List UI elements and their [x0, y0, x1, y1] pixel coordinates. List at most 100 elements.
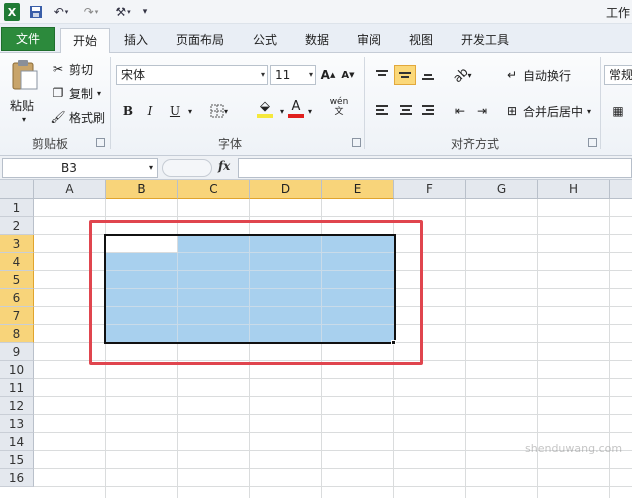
- gridline: [34, 432, 632, 433]
- number-format-select[interactable]: 常规: [604, 65, 632, 85]
- font-color-dropdown-icon[interactable]: ▾: [306, 101, 314, 121]
- spreadsheet-grid[interactable]: A B C D E F G H 1 2 3 4 5 6 7 8 9 10 11 …: [0, 180, 632, 498]
- align-middle-icon[interactable]: [394, 65, 416, 85]
- fill-color-icon[interactable]: ⬙: [250, 99, 280, 119]
- font-size-select[interactable]: 11 ▾: [270, 65, 316, 85]
- align-top-icon[interactable]: [372, 65, 392, 85]
- chevron-down-icon: ▾: [308, 70, 313, 79]
- paste-icon: [11, 59, 39, 94]
- align-center-icon[interactable]: [396, 101, 416, 121]
- tab-data[interactable]: 数据: [296, 28, 338, 53]
- tab-review[interactable]: 审阅: [348, 28, 390, 53]
- tab-file[interactable]: 文件: [1, 27, 55, 51]
- row-header[interactable]: 6: [0, 289, 34, 307]
- align-left-icon[interactable]: [372, 101, 392, 121]
- formula-bar-splitter[interactable]: [162, 159, 212, 177]
- row-header[interactable]: 16: [0, 469, 34, 487]
- row-header[interactable]: 14: [0, 433, 34, 451]
- formula-bar: B3 ▾ fx: [0, 156, 632, 180]
- chevron-down-icon: ▾: [223, 106, 228, 116]
- font-name-select[interactable]: 宋体 ▾: [116, 65, 268, 85]
- row-header[interactable]: 3: [0, 235, 34, 253]
- row-header[interactable]: 15: [0, 451, 34, 469]
- copy-button[interactable]: ❐ 复制 ▾: [50, 83, 101, 103]
- alignment-group-label: 对齐方式: [450, 137, 499, 151]
- customize-tools-icon[interactable]: ⚒ ▾: [112, 3, 134, 21]
- merge-center-button[interactable]: ⊞ 合并后居中 ▾: [504, 101, 591, 121]
- select-all-corner[interactable]: [0, 180, 34, 199]
- paste-button[interactable]: 粘贴 ▾: [8, 59, 42, 129]
- row-header[interactable]: 2: [0, 217, 34, 235]
- column-header[interactable]: D: [250, 180, 322, 199]
- wrap-text-icon: ↵: [506, 68, 518, 82]
- row-header[interactable]: 9: [0, 343, 34, 361]
- cut-button[interactable]: ✂ 剪切: [50, 59, 93, 79]
- fx-label: fx: [218, 159, 231, 173]
- decrease-font-icon[interactable]: A ▼: [340, 65, 356, 85]
- tab-developer[interactable]: 开发工具: [454, 28, 516, 53]
- paste-dropdown-icon: ▾: [22, 115, 27, 124]
- row-header[interactable]: 5: [0, 271, 34, 289]
- row-header[interactable]: 10: [0, 361, 34, 379]
- quick-access-menu-icon[interactable]: ▾: [140, 3, 150, 21]
- column-header[interactable]: A: [34, 180, 106, 199]
- tab-formulas[interactable]: 公式: [244, 28, 286, 53]
- name-box[interactable]: B3 ▾: [2, 158, 158, 178]
- font-color-icon[interactable]: A: [286, 99, 306, 119]
- column-header[interactable]: E: [322, 180, 394, 199]
- column-header[interactable]: C: [178, 180, 250, 199]
- copy-label: 复制: [69, 86, 94, 101]
- tab-page-layout[interactable]: 页面布局: [168, 28, 232, 53]
- decrease-indent-icon[interactable]: ⇤: [450, 101, 470, 121]
- bold-button[interactable]: B: [120, 101, 136, 121]
- ribbon: 粘贴 ▾ ✂ 剪切 ❐ 复制 ▾ 🖌 格式刷 剪贴板 宋体 ▾ 11 ▾ A ▲ A ▼ B I…: [0, 53, 632, 156]
- gridline: [34, 486, 632, 487]
- watermark: shenduwang.com: [525, 442, 623, 455]
- alignment-launcher-icon[interactable]: [588, 138, 597, 147]
- row-header[interactable]: 13: [0, 415, 34, 433]
- column-header[interactable]: [610, 180, 632, 199]
- row-header[interactable]: 12: [0, 397, 34, 415]
- row-header[interactable]: 8: [0, 325, 34, 343]
- annotation-highlight-box: [89, 220, 423, 365]
- row-header[interactable]: 7: [0, 307, 34, 325]
- name-box-value: B3: [61, 161, 77, 175]
- insert-function-icon[interactable]: fx: [218, 159, 230, 173]
- accounting-format-icon[interactable]: ▦: [608, 101, 628, 121]
- column-header[interactable]: H: [538, 180, 610, 199]
- row-header[interactable]: 4: [0, 253, 34, 271]
- tab-insert[interactable]: 插入: [114, 28, 158, 53]
- borders-icon[interactable]: ▾: [208, 101, 230, 121]
- align-right-icon[interactable]: [418, 101, 438, 121]
- align-bottom-icon[interactable]: [418, 65, 438, 85]
- row-header[interactable]: 11: [0, 379, 34, 397]
- underline-button[interactable]: U: [166, 101, 184, 121]
- wrap-text-label: 自动换行: [523, 68, 572, 83]
- column-header[interactable]: G: [466, 180, 538, 199]
- clipboard-launcher-icon[interactable]: [96, 138, 105, 147]
- wrap-text-button[interactable]: ↵ 自动换行: [504, 65, 571, 85]
- italic-button[interactable]: I: [142, 101, 158, 121]
- format-painter-button[interactable]: 🖌 格式刷: [50, 107, 105, 127]
- undo-icon[interactable]: ↶ ▾: [50, 3, 72, 21]
- tab-view[interactable]: 视图: [400, 28, 442, 53]
- increase-font-icon[interactable]: A ▲: [320, 65, 336, 85]
- phonetic-guide-icon[interactable]: wén 文: [324, 97, 354, 117]
- row-header[interactable]: 1: [0, 199, 34, 217]
- column-header[interactable]: F: [394, 180, 466, 199]
- underline-dropdown-icon[interactable]: ▾: [186, 101, 194, 121]
- gridline: [34, 216, 632, 217]
- column-header[interactable]: B: [106, 180, 178, 199]
- tab-home[interactable]: 开始: [60, 28, 110, 54]
- gridline: [34, 396, 632, 397]
- redo-icon[interactable]: ↷ ▾: [80, 3, 102, 21]
- text-orientation-icon[interactable]: ab ▾: [448, 65, 476, 85]
- save-icon[interactable]: [28, 3, 44, 21]
- chevron-down-icon: ▾: [587, 106, 592, 116]
- font-launcher-icon[interactable]: [352, 138, 361, 147]
- chevron-down-icon: ▾: [148, 163, 153, 172]
- copy-dropdown-icon: ▾: [97, 88, 102, 98]
- fill-color-dropdown-icon[interactable]: ▾: [278, 101, 286, 121]
- formula-input[interactable]: [238, 158, 632, 178]
- increase-indent-icon[interactable]: ⇥: [472, 101, 492, 121]
